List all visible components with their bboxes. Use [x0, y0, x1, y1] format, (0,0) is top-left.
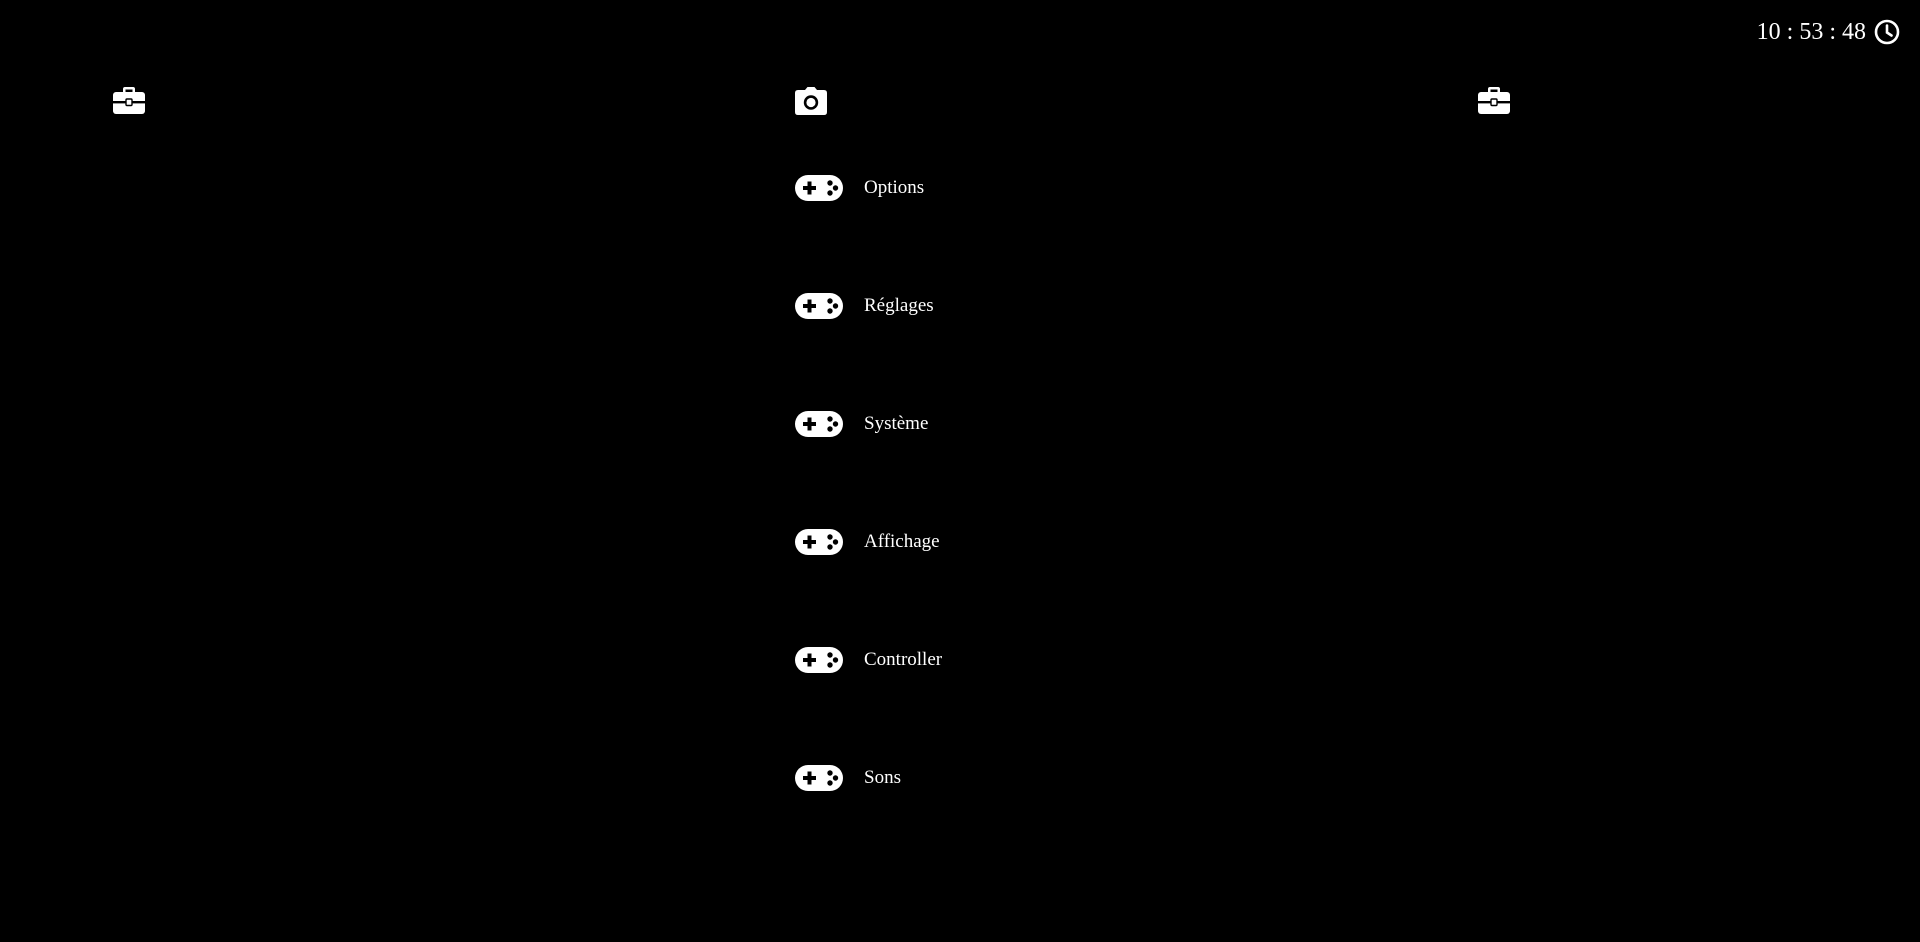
- camera-icon[interactable]: [794, 86, 830, 118]
- gamepad-icon: [795, 647, 843, 673]
- menu-item-label: Sons: [864, 767, 901, 788]
- menu-item-label: Système: [864, 413, 929, 434]
- clock: 10 : 53 : 48: [1757, 17, 1900, 47]
- menu-item-label: Controller: [864, 649, 943, 670]
- gamepad-icon: [795, 293, 843, 319]
- toolbox-icon[interactable]: [112, 86, 148, 118]
- gamepad-icon: [795, 175, 843, 201]
- menu-item-controller[interactable]: Controller: [795, 642, 1195, 678]
- settings-menu: Options Réglages Système Affichage Contr…: [795, 170, 1195, 878]
- menu-item-systeme[interactable]: Système: [795, 406, 1195, 442]
- menu-item-label: Réglages: [864, 295, 934, 316]
- clock-icon: [1874, 19, 1900, 45]
- menu-item-options[interactable]: Options: [795, 170, 1195, 206]
- toolbox-icon[interactable]: [1477, 86, 1513, 118]
- menu-item-sons[interactable]: Sons: [795, 760, 1195, 796]
- menu-item-reglages[interactable]: Réglages: [795, 288, 1195, 324]
- clock-time: 10 : 53 : 48: [1756, 19, 1866, 45]
- xmb-screen: 10 : 53 : 48 Options Réglages Système Af…: [0, 0, 1920, 942]
- menu-item-label: Options: [864, 177, 925, 198]
- gamepad-icon: [795, 411, 843, 437]
- menu-item-label: Affichage: [864, 531, 940, 552]
- menu-item-affichage[interactable]: Affichage: [795, 524, 1195, 560]
- gamepad-icon: [795, 529, 843, 555]
- gamepad-icon: [795, 765, 843, 791]
